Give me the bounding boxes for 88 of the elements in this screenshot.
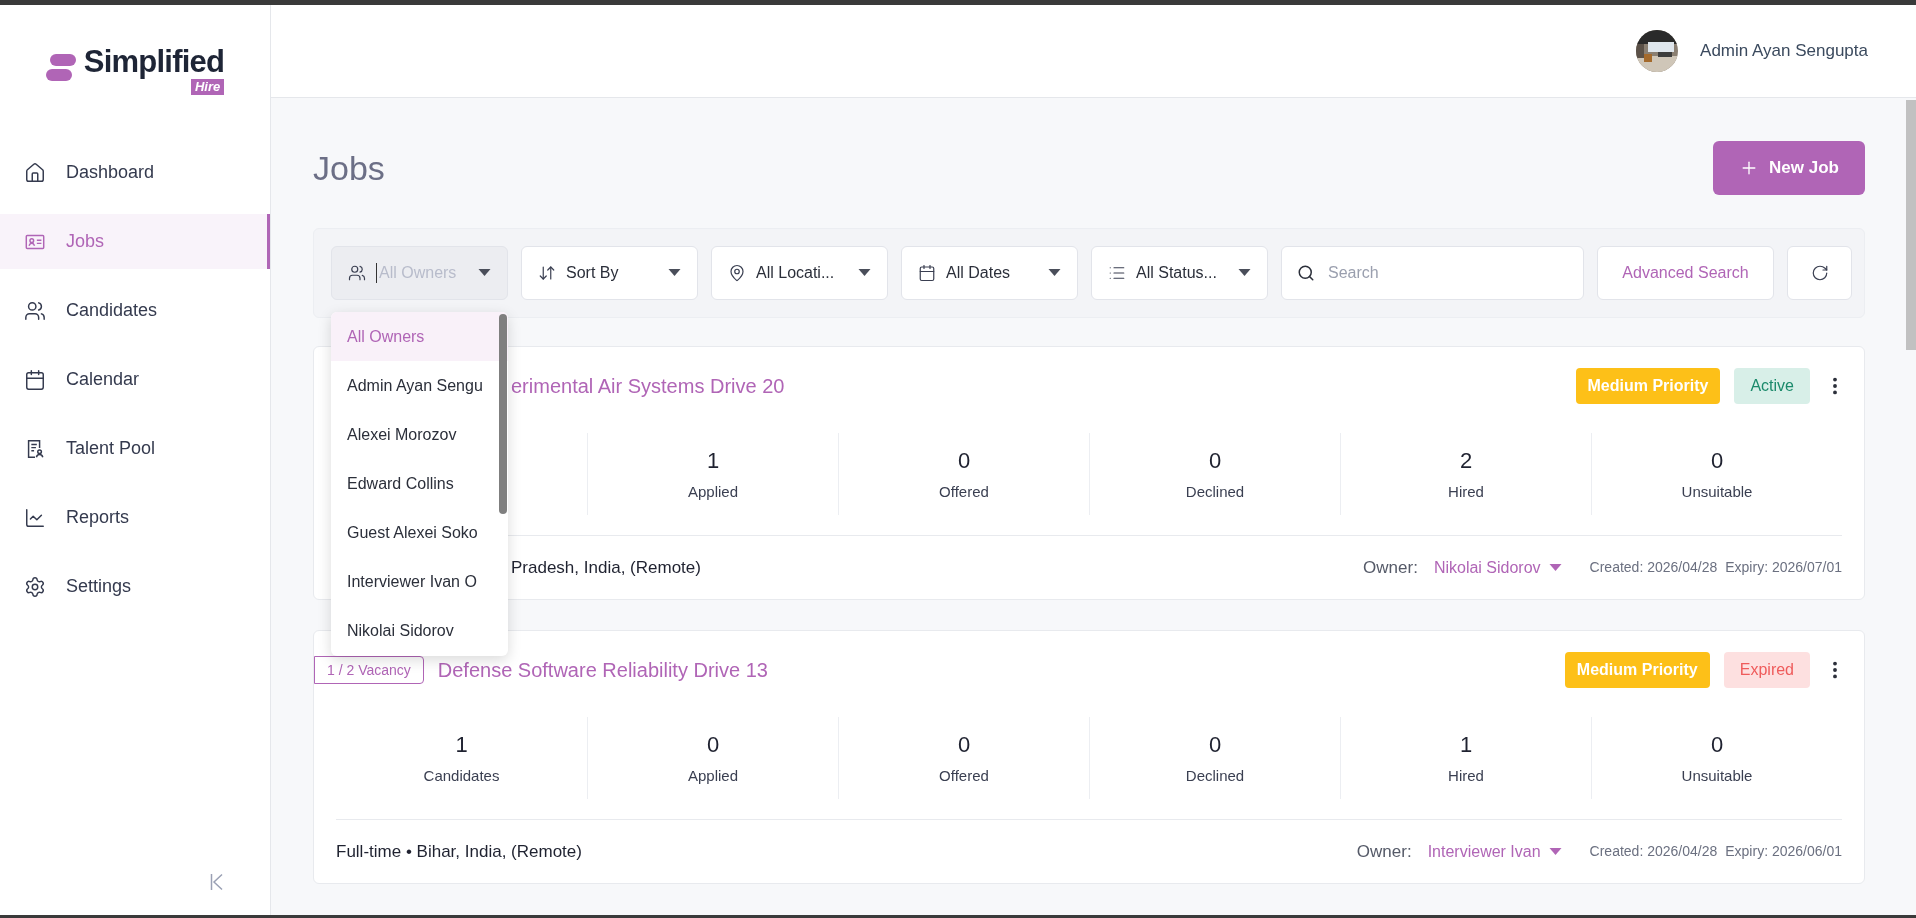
search-icon [1297, 264, 1315, 282]
owner-selector[interactable]: Interviewer Ivan [1427, 839, 1562, 864]
job-title[interactable]: erimental Air Systems Drive 20 [511, 371, 785, 401]
advanced-search-button[interactable]: Advanced Search [1597, 246, 1774, 300]
stat-label: Offered [939, 483, 989, 499]
stat-value: 2 [1459, 449, 1473, 472]
status-badge: Expired [1723, 652, 1810, 688]
stat-label: Offered [939, 767, 989, 783]
owner-option[interactable]: Alexei Morozov [331, 410, 508, 459]
sidebar-item[interactable]: Calendar [0, 352, 270, 407]
stat-label: Applied [687, 483, 738, 499]
owner-option[interactable]: Nikolai Sidorov [331, 606, 508, 655]
logo-tag: Hire [190, 78, 225, 95]
people-icon [348, 264, 366, 282]
stat-label: Hired [1448, 483, 1484, 499]
priority-badge: Medium Priority [1564, 652, 1710, 688]
stat-label: Declined [1185, 483, 1245, 499]
caret-icon [1048, 269, 1061, 277]
sidebar-item[interactable]: Dashboard [0, 145, 270, 200]
owner-option[interactable]: All Owners [331, 312, 508, 361]
expiry-date: Expiry: 2026/07/01 [1725, 558, 1842, 577]
stat-value: 0 [957, 449, 971, 472]
caret-icon [1238, 269, 1251, 277]
created-date: Created: 2026/04/28 [1589, 558, 1718, 577]
filter-dropdown[interactable]: All Status... [1091, 246, 1268, 300]
sidebar-item[interactable]: Settings [0, 559, 270, 614]
caret-icon [478, 269, 491, 277]
expiry-date: Expiry: 2026/06/01 [1725, 842, 1842, 861]
caret-icon [668, 269, 681, 277]
user-name[interactable]: Admin Ayan Sengupta [1700, 38, 1868, 64]
stat-label: Hired [1448, 767, 1484, 783]
caret-icon [1548, 563, 1562, 572]
stat-value: 1 [706, 449, 720, 472]
job-details: Full-time • Bihar, India, (Remote) [336, 840, 582, 863]
owner-selector[interactable]: Nikolai Sidorov [1433, 555, 1562, 580]
caret-icon [1548, 847, 1562, 856]
filter-dropdown[interactable]: All Dates [901, 246, 1078, 300]
line-chart-icon [24, 506, 46, 529]
new-job-button[interactable]: New Job [1713, 141, 1865, 195]
calendar-icon [24, 368, 46, 391]
scrollbar-thumb[interactable] [499, 314, 507, 514]
owner-option[interactable]: Interviewer Ivan O [331, 557, 508, 606]
logo-wordmark: Simplified [83, 45, 225, 77]
filter-dropdown[interactable]: Sort By [521, 246, 698, 300]
owner-label: Owner: [1356, 840, 1412, 863]
sidebar-item[interactable]: Jobs [0, 214, 270, 269]
stat-value: 1 [455, 733, 468, 756]
vacancy-tag: 1 / 2 Vacancy [314, 656, 424, 684]
stat-value: 0 [1208, 449, 1222, 472]
job-title[interactable]: Defense Software Reliability Drive 13 [437, 655, 768, 685]
stat-value: 0 [1710, 733, 1724, 756]
refresh-icon [1810, 264, 1829, 282]
owner-label: Owner: [1363, 556, 1418, 579]
stat-label: Applied [687, 767, 738, 783]
owner-option[interactable]: Edward Collins [331, 459, 508, 508]
collapse-sidebar-icon[interactable] [210, 873, 224, 891]
home-icon [24, 161, 46, 184]
sort-icon [538, 264, 556, 282]
stat-value: 1 [1459, 733, 1473, 756]
filter-dropdown[interactable]: All Locati... [711, 246, 888, 300]
status-badge: Active [1734, 368, 1810, 404]
owner-option[interactable]: Admin Ayan Sengu [331, 361, 508, 410]
owner-option[interactable]: Guest Alexei Soko [331, 508, 508, 557]
location-pin-icon [728, 264, 746, 282]
calendar-icon [918, 264, 936, 282]
stat-label: Candidates [423, 767, 500, 783]
stat-label: Unsuitable [1681, 767, 1753, 783]
stat-value: 0 [957, 733, 971, 756]
sidebar-item[interactable]: Candidates [0, 283, 270, 338]
stat-label: Declined [1185, 767, 1245, 783]
stat-value: 0 [706, 733, 720, 756]
page-scrollbar-thumb[interactable] [1906, 100, 1916, 350]
settings-icon [24, 575, 46, 598]
search-field[interactable]: Search [1281, 246, 1584, 300]
priority-badge: Medium Priority [1575, 368, 1721, 404]
job-details: Pradesh, India, (Remote) [511, 556, 701, 579]
sidebar-item[interactable]: Reports [0, 490, 270, 545]
stat-value: 0 [1710, 449, 1724, 472]
created-date: Created: 2026/04/28 [1589, 842, 1718, 861]
refresh-button[interactable] [1787, 246, 1852, 300]
stat-value: 0 [1208, 733, 1222, 756]
stat-label: Unsuitable [1681, 483, 1753, 499]
people-icon [24, 299, 46, 322]
sidebar-item[interactable]: Talent Pool [0, 421, 270, 476]
page-title: Jobs [313, 147, 385, 189]
logo-icon [45, 53, 76, 82]
list-icon [1108, 264, 1126, 282]
caret-icon [858, 269, 871, 277]
